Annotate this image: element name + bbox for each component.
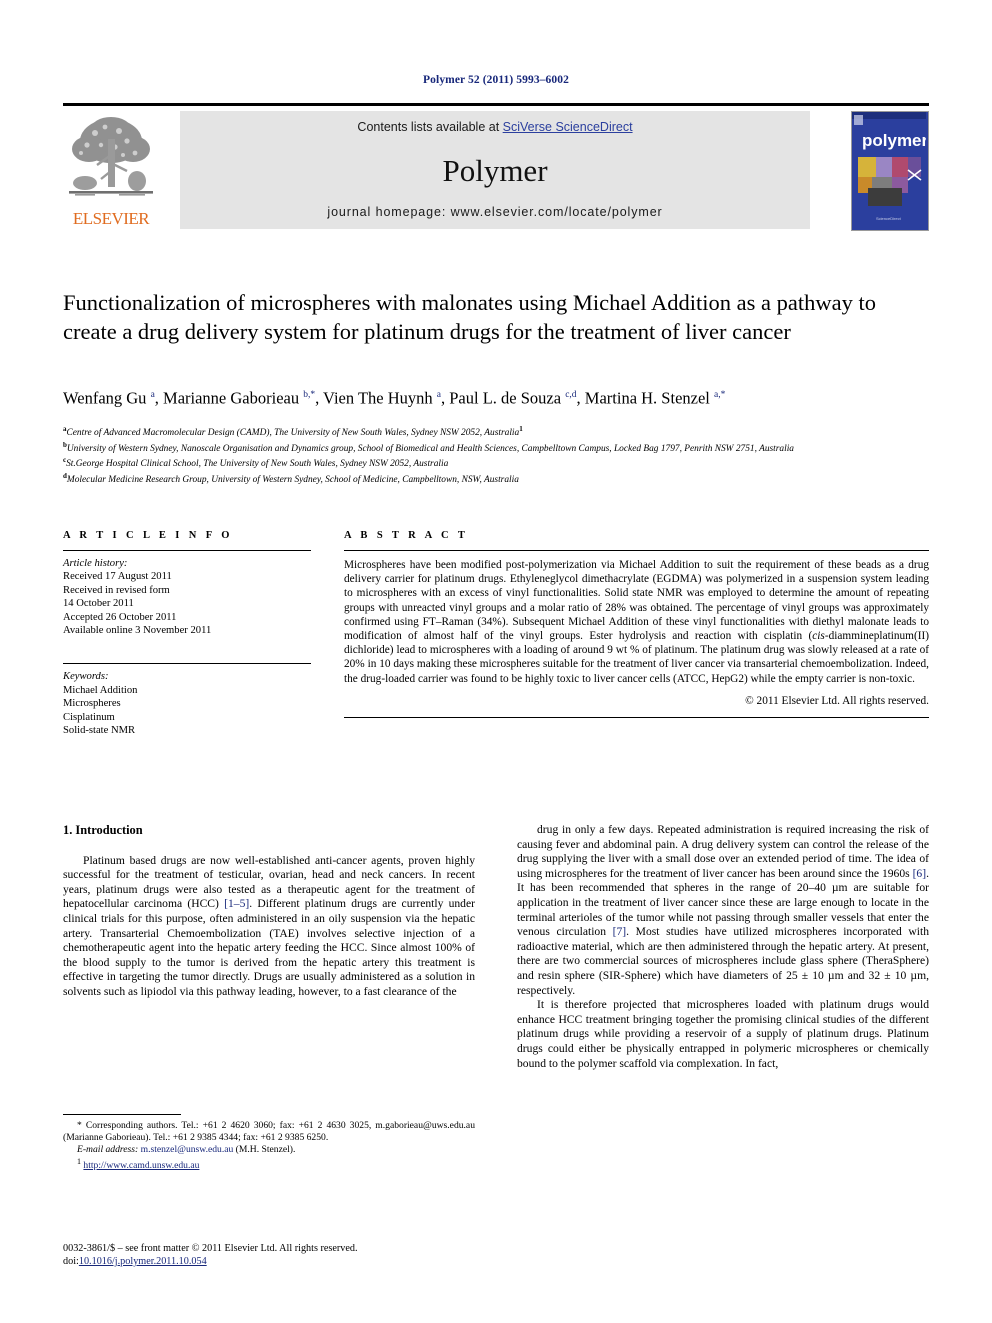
- affiliation-item: aCentre of Advanced Macromolecular Desig…: [63, 424, 933, 440]
- footnote-rule: [63, 1114, 181, 1115]
- journal-banner: Contents lists available at SciVerse Sci…: [180, 111, 810, 229]
- svg-text:polymer: polymer: [862, 131, 926, 150]
- section-heading-introduction: 1. Introduction: [63, 823, 143, 837]
- running-head: Polymer 52 (2011) 5993–6002: [423, 74, 569, 86]
- footnote-url-note: 1 http://www.camd.unsw.edu.au: [63, 1156, 475, 1172]
- journal-cover-thumbnail: polymer ScienceDirect: [851, 111, 929, 231]
- affiliation-item: dMolecular Medicine Research Group, Univ…: [63, 471, 933, 487]
- journal-masthead: ELSEVIER Contents lists available at Sci…: [63, 103, 929, 231]
- paragraph: drug in only a few days. Repeated admini…: [517, 823, 930, 997]
- elsevier-wordmark: ELSEVIER: [72, 209, 150, 228]
- footnote-marker: 1: [77, 1157, 81, 1167]
- article-info-column: A R T I C L E I N F O Article history: R…: [63, 530, 311, 737]
- affiliation-marker: a: [63, 425, 67, 433]
- affiliation-list: aCentre of Advanced Macromolecular Desig…: [63, 424, 933, 487]
- abstract-copyright: © 2011 Elsevier Ltd. All rights reserved…: [745, 694, 929, 707]
- abstract-body: Microspheres have been modified post-pol…: [344, 559, 929, 685]
- journal-article-page: Polymer 52 (2011) 5993–6002 ELSEVIER Con…: [0, 0, 992, 1323]
- author-list: Wenfang Gu a, Marianne Gaborieau b,*, Vi…: [63, 388, 726, 408]
- history-item: Received 17 August 2011: [63, 571, 172, 583]
- affiliation-item: bUniversity of Western Sydney, Nanoscale…: [63, 440, 933, 456]
- history-item: Available online 3 November 2011: [63, 625, 212, 637]
- email-address-note: E-mail address: m.stenzel@unsw.edu.au (M…: [63, 1144, 475, 1156]
- keyword-item: Microspheres: [63, 698, 121, 710]
- doi-label: doi:: [63, 1256, 79, 1267]
- contents-available-prefix: Contents lists available at: [357, 120, 503, 134]
- article-history-group: Article history: Received 17 August 2011…: [63, 551, 311, 637]
- article-history-label: Article history:: [63, 558, 128, 569]
- keywords-label: Keywords:: [63, 671, 109, 683]
- email-address-value[interactable]: m.stenzel@unsw.edu.au (M.H. Stenzel).: [141, 1144, 296, 1155]
- keywords-group: Keywords: Michael Addition Microspheres …: [63, 664, 311, 737]
- journal-homepage-line[interactable]: journal homepage: www.elsevier.com/locat…: [180, 205, 810, 219]
- imprint-block: 0032-3861/$ – see front matter © 2011 El…: [63, 1242, 493, 1268]
- paragraph: Platinum based drugs are now well-establ…: [63, 853, 475, 998]
- affiliation-text: Centre of Advanced Macromolecular Design…: [66, 425, 523, 439]
- elsevier-tree-icon: [67, 111, 155, 203]
- affiliation-text: Molecular Medicine Research Group, Unive…: [66, 475, 519, 486]
- corresponding-author-note: * Corresponding authors. Tel.: +61 2 462…: [63, 1120, 475, 1144]
- journal-title: Polymer: [442, 153, 548, 188]
- affiliation-item: cSt.George Hospital Clinical School, The…: [63, 455, 933, 471]
- history-item: 14 October 2011: [63, 598, 134, 610]
- affiliation-text: University of Western Sydney, Nanoscale …: [66, 443, 794, 454]
- contents-available-line: Contents lists available at SciVerse Sci…: [180, 120, 810, 134]
- keyword-item: Cisplatinum: [63, 711, 115, 723]
- keyword-item: Michael Addition: [63, 684, 138, 696]
- sciencedirect-link[interactable]: SciVerse ScienceDirect: [503, 120, 633, 134]
- issn-front-matter: 0032-3861/$ – see front matter © 2011 El…: [63, 1243, 358, 1254]
- history-item: Received in revised form: [63, 584, 170, 596]
- abstract-column: A B S T R A C T Microspheres have been m…: [344, 530, 929, 718]
- svg-text:ScienceDirect: ScienceDirect: [876, 216, 902, 221]
- abstract-heading: A B S T R A C T: [344, 530, 469, 541]
- footnotes-block: * Corresponding authors. Tel.: +61 2 462…: [63, 1114, 475, 1173]
- article-title: Functionalization of microspheres with m…: [63, 290, 876, 344]
- camd-url-link[interactable]: http://www.camd.unsw.edu.au: [83, 1160, 199, 1171]
- doi-line: doi:10.1016/j.polymer.2011.10.054: [63, 1255, 493, 1268]
- affiliation-text: St.George Hospital Clinical School, The …: [66, 459, 449, 470]
- elsevier-logo: ELSEVIER: [63, 111, 159, 229]
- body-column-right: drug in only a few days. Repeated admini…: [517, 823, 929, 1071]
- masthead-top-rule: [63, 103, 929, 106]
- email-address-label: E-mail address:: [77, 1144, 139, 1156]
- keyword-item: Solid-state NMR: [63, 725, 136, 737]
- history-item: Accepted 26 October 2011: [63, 611, 177, 623]
- paragraph: It is therefore projected that microsphe…: [517, 998, 929, 1070]
- body-column-left: 1. Introduction Platinum based drugs are…: [63, 823, 475, 1000]
- article-info-heading: A R T I C L E I N F O: [63, 530, 233, 541]
- abstract-bottom-rule: [344, 716, 929, 718]
- doi-link[interactable]: 10.1016/j.polymer.2011.10.054: [79, 1256, 207, 1267]
